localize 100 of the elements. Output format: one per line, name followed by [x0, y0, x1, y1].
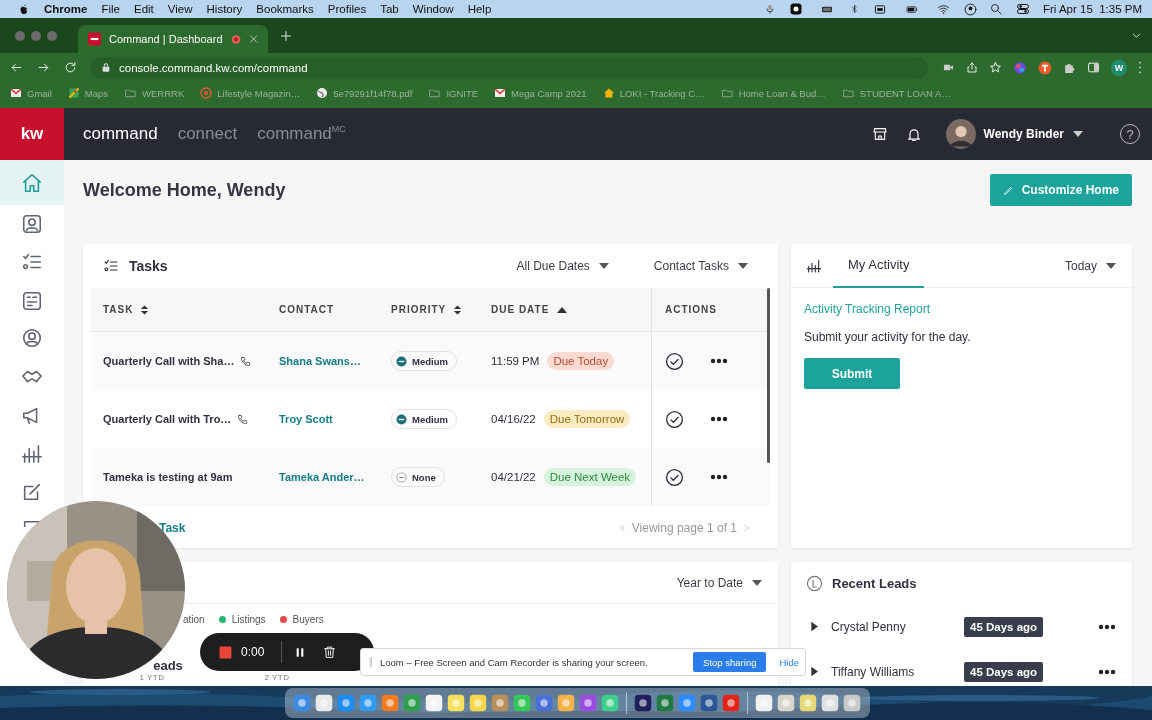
check-circle-icon[interactable] — [665, 467, 684, 487]
address-bar[interactable]: console.command.kw.com/command — [91, 56, 928, 79]
task-name[interactable]: Tameka is testing at 9am — [103, 471, 233, 483]
menu-item[interactable]: Bookmarks — [249, 3, 321, 15]
scrollbar[interactable] — [767, 288, 770, 463]
menu-item[interactable]: Tab — [373, 3, 406, 15]
stat-label: eads — [153, 658, 183, 673]
menu-item[interactable]: View — [160, 3, 200, 15]
caret-icon — [751, 578, 763, 587]
sidebar-item[interactable] — [0, 160, 64, 205]
nav-link[interactable]: command — [83, 124, 158, 144]
tab-title: Command | Dashboard — [109, 33, 223, 45]
target-icon — [200, 87, 213, 99]
sort-ascending-icon[interactable] — [556, 305, 569, 314]
contact-link[interactable]: Tameka Ander… — [279, 471, 391, 483]
recording-timer: 0:00 — [241, 645, 266, 659]
star-icon[interactable] — [989, 61, 1002, 74]
sort-icon[interactable] — [453, 303, 463, 316]
reload-icon[interactable] — [64, 61, 77, 74]
extension-icon[interactable] — [1013, 60, 1027, 75]
globe-icon — [316, 87, 329, 99]
forward-icon[interactable] — [37, 61, 50, 74]
home-icon — [21, 171, 43, 194]
microphone-icon — [764, 3, 775, 15]
task-name[interactable]: Quarterly Call with Tro… — [103, 413, 232, 425]
user-menu[interactable]: Wendy Binder — [945, 119, 1084, 149]
avatar[interactable] — [945, 119, 976, 149]
due-badge: Due Tomorrow — [543, 410, 631, 428]
contact-link[interactable]: Troy Scott — [279, 413, 391, 425]
ellipsis-icon[interactable] — [1098, 668, 1116, 675]
activity-prompt: Submit your activity for the day. — [804, 330, 971, 344]
pagination-text: Viewing page 1 of 1 — [631, 520, 737, 535]
period-dropdown[interactable]: Today — [1064, 258, 1117, 273]
activity-chart-icon — [805, 257, 823, 274]
pencil-icon — [1002, 184, 1014, 196]
period-dropdown[interactable]: Year to Date — [676, 575, 763, 590]
menu-item[interactable]: Window — [405, 3, 461, 15]
folder-icon — [124, 87, 138, 99]
ellipsis-icon[interactable] — [1098, 623, 1116, 630]
new-tab-icon[interactable] — [280, 29, 292, 42]
filter-dropdown[interactable]: Contact Tasks — [653, 259, 749, 273]
menu-item[interactable]: Edit — [127, 3, 161, 15]
ellipsis-icon[interactable] — [710, 416, 728, 422]
puzzle-icon[interactable] — [1063, 61, 1076, 74]
menu-item[interactable]: Help — [460, 3, 499, 15]
expand-icon[interactable] — [810, 666, 818, 677]
nav-link[interactable]: connect — [177, 124, 238, 144]
caret-icon — [737, 262, 749, 270]
user-icon — [963, 2, 977, 16]
ellipsis-icon[interactable] — [710, 358, 728, 364]
stat-subtitle: 2 YTD — [264, 673, 290, 682]
lead-name[interactable]: Crystal Penny — [831, 619, 964, 634]
drag-handle-icon[interactable] — [369, 656, 373, 668]
back-icon[interactable] — [10, 61, 23, 74]
chevron-down-icon[interactable] — [1131, 30, 1142, 41]
browser-tab[interactable]: Command | Dashboard — [78, 25, 268, 53]
column-header[interactable]: DUE DATE — [491, 304, 550, 315]
stop-icon[interactable] — [219, 645, 232, 659]
wifi-icon — [935, 3, 951, 15]
filter-dropdown[interactable]: All Due Dates — [516, 259, 610, 273]
column-header[interactable]: PRIORITY — [391, 304, 447, 315]
check-circle-icon[interactable] — [665, 409, 684, 429]
phone-icon — [240, 355, 252, 367]
kw-logo[interactable]: kw — [0, 108, 64, 160]
close-icon[interactable] — [248, 34, 258, 44]
hide-link[interactable]: Hide — [779, 656, 799, 668]
due-time: 04/21/22 — [491, 471, 536, 483]
share-icon[interactable] — [966, 61, 978, 74]
bluetooth-icon — [849, 3, 859, 15]
expand-icon[interactable] — [810, 621, 818, 632]
legend-label: Listings — [231, 614, 266, 625]
priority-none-icon — [396, 471, 407, 483]
priority-medium-icon — [396, 355, 407, 367]
camera-icon — [787, 3, 804, 15]
extension-icon[interactable] — [1038, 60, 1052, 75]
side-panel-icon[interactable] — [1087, 61, 1100, 74]
video-icon[interactable] — [942, 62, 955, 73]
card-tab[interactable]: My Activity — [833, 244, 925, 288]
menu-item[interactable]: Profiles — [320, 3, 374, 15]
search-icon — [989, 3, 1002, 15]
contact-link[interactable]: Shana Swans… — [279, 355, 391, 367]
stop-sharing-button[interactable]: Stop sharing — [693, 652, 767, 672]
menu-item[interactable]: File — [94, 3, 127, 15]
menu-item[interactable]: History — [199, 3, 250, 15]
trash-icon[interactable] — [323, 645, 336, 659]
ellipsis-icon[interactable] — [710, 474, 728, 480]
kebab-menu-icon[interactable] — [1138, 61, 1142, 74]
new-task-link[interactable]: Task — [159, 520, 186, 535]
bar-chart-icon — [21, 442, 43, 465]
lead-name[interactable]: Tiffany Williams — [831, 664, 964, 679]
profile-avatar[interactable]: W — [1111, 59, 1127, 76]
app-menu[interactable]: Chrome — [30, 3, 95, 15]
column-header[interactable]: TASK — [103, 304, 134, 315]
nav-link[interactable]: command$^{MC}$ — [257, 124, 346, 144]
home-icon — [602, 87, 615, 99]
pause-icon[interactable] — [295, 645, 305, 659]
store-icon[interactable] — [871, 126, 888, 142]
check-circle-icon[interactable] — [665, 351, 684, 371]
task-name[interactable]: Quarterly Call with Sha… — [103, 355, 235, 367]
sort-icon[interactable] — [140, 303, 150, 316]
